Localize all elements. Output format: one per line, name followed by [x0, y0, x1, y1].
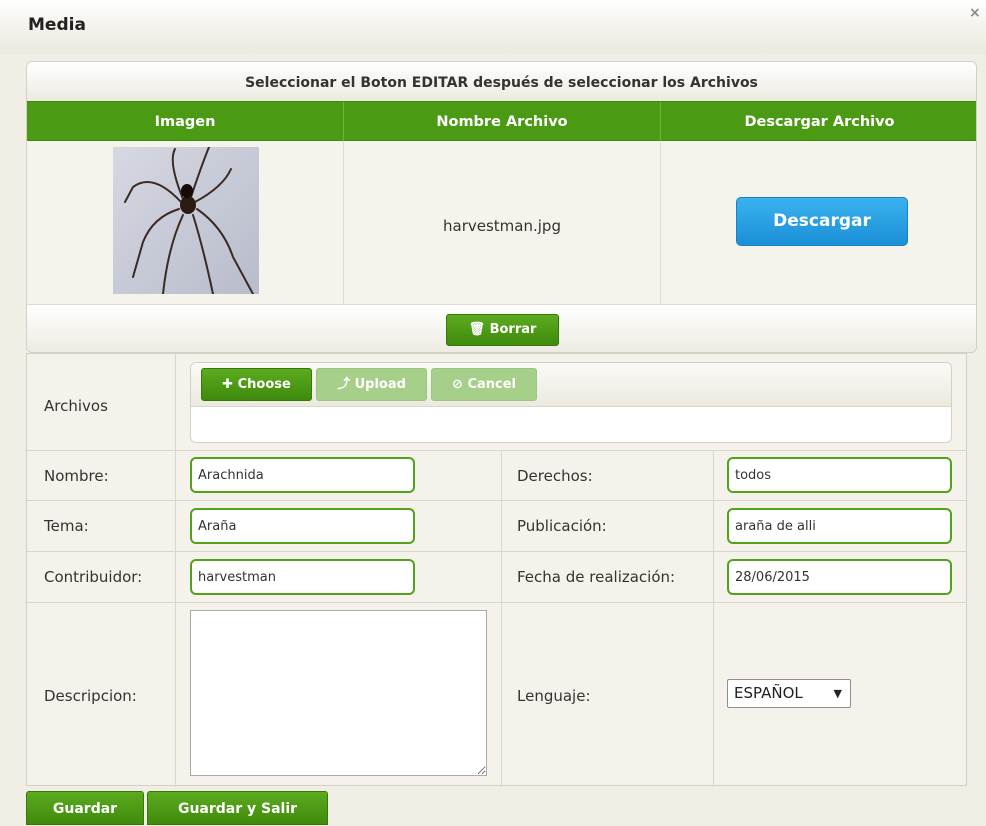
tema-input[interactable] [190, 508, 415, 544]
media-column-headers: Imagen Nombre Archivo Descargar Archivo [27, 101, 976, 142]
close-icon[interactable]: × [969, 6, 983, 20]
lenguaje-selected-value: ESPAÑOL [734, 684, 803, 702]
descripcion-textarea[interactable] [190, 610, 487, 776]
save-button[interactable]: Guardar [26, 791, 144, 825]
descripcion-label: Descripcion: [44, 687, 137, 705]
media-panel: Seleccionar el Boton EDITAR después de s… [26, 61, 977, 353]
filename-text: harvestman.jpg [443, 217, 561, 235]
file-upload: ✚ Choose ⤴ Upload ⊘ Cancel [190, 362, 952, 443]
tema-label: Tema: [44, 517, 89, 535]
file-upload-toolbar: ✚ Choose ⤴ Upload ⊘ Cancel [191, 363, 951, 407]
column-header-descargar-archivo: Descargar Archivo [660, 102, 976, 142]
choose-button-label: Choose [237, 377, 291, 392]
media-file-row: harvestman.jpg Descargar [27, 141, 976, 304]
row-divider [27, 602, 966, 603]
dialog-titlebar: Media × [0, 0, 986, 54]
lenguaje-select[interactable]: ESPAÑOL ▼ [727, 679, 851, 708]
dropdown-arrow-icon: ▼ [833, 687, 842, 700]
trash-icon: 🗑 [468, 322, 486, 337]
cancel-button-label: Cancel [467, 377, 516, 392]
image-cell [27, 141, 343, 304]
dialog-title: Media [28, 15, 86, 35]
fecha-label: Fecha de realización: [517, 568, 676, 586]
download-button[interactable]: Descargar [736, 197, 908, 246]
save-and-exit-button[interactable]: Guardar y Salir [147, 791, 328, 825]
upload-icon: ⤴ [337, 377, 351, 392]
filename-cell: harvestman.jpg [343, 141, 660, 304]
col-divider [175, 354, 176, 787]
col-divider [713, 450, 714, 787]
upload-button[interactable]: ⤴ Upload [316, 368, 427, 401]
download-cell: Descargar [660, 141, 976, 304]
upload-button-label: Upload [354, 377, 406, 392]
col-divider [501, 450, 502, 787]
archivos-label: Archivos [44, 397, 108, 415]
nombre-input[interactable] [190, 457, 415, 493]
row-divider [27, 450, 966, 451]
contribuidor-input[interactable] [190, 559, 415, 595]
row-divider [27, 551, 966, 552]
cancel-button[interactable]: ⊘ Cancel [431, 368, 537, 401]
delete-button-label: Borrar [489, 322, 537, 337]
media-panel-footer: 🗑 Borrar [27, 304, 976, 352]
media-form: Archivos ✚ Choose ⤴ Upload ⊘ Cancel Nomb… [26, 353, 967, 787]
row-divider [27, 500, 966, 501]
spider-thumbnail [113, 147, 259, 294]
lenguaje-label: Lenguaje: [517, 687, 591, 705]
cancel-icon: ⊘ [452, 377, 463, 392]
nombre-label: Nombre: [44, 467, 109, 485]
publicacion-input[interactable] [727, 508, 952, 544]
media-header: Seleccionar el Boton EDITAR después de s… [27, 62, 976, 101]
delete-button[interactable]: 🗑 Borrar [446, 314, 559, 346]
derechos-label: Derechos: [517, 467, 593, 485]
column-header-nombre-archivo: Nombre Archivo [343, 102, 660, 142]
derechos-input[interactable] [727, 457, 952, 493]
plus-icon: ✚ [222, 377, 234, 392]
column-header-imagen: Imagen [154, 114, 216, 130]
publicacion-label: Publicación: [517, 517, 607, 535]
choose-button[interactable]: ✚ Choose [201, 368, 312, 401]
fecha-input[interactable] [727, 559, 952, 595]
contribuidor-label: Contribuidor: [44, 568, 143, 586]
